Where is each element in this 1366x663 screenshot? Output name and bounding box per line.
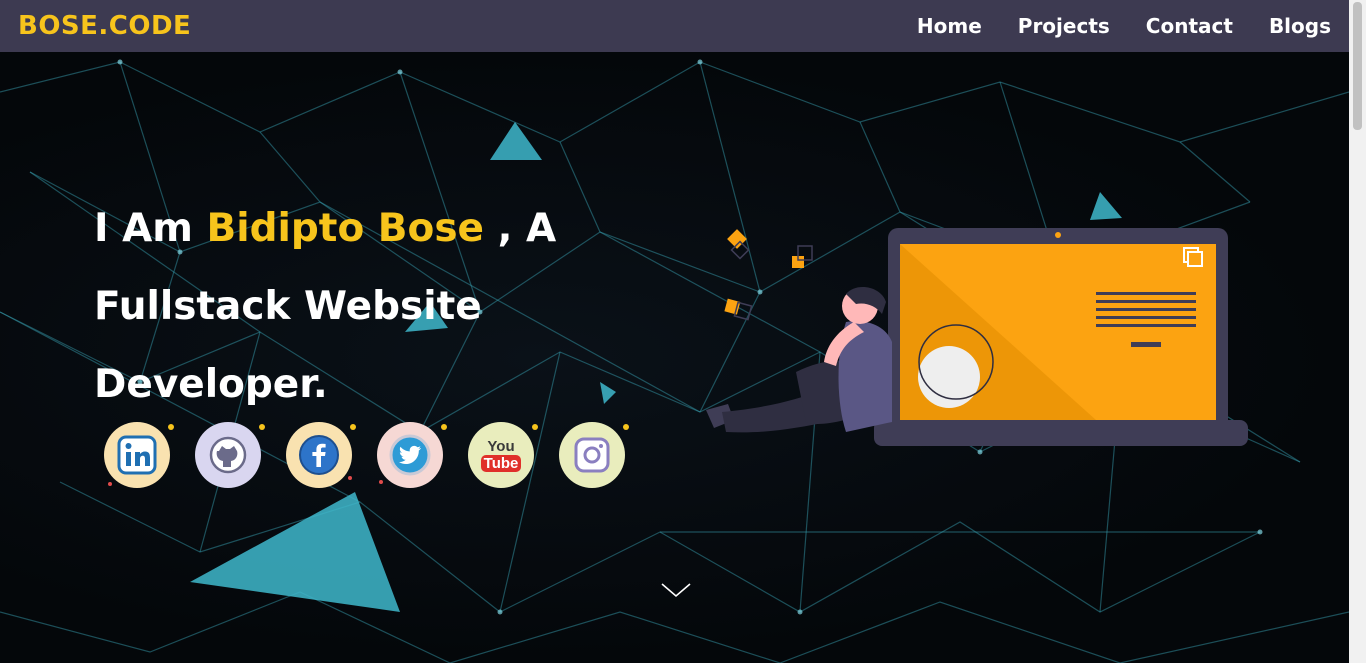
- linkedin-icon: [117, 435, 157, 475]
- hero-headline: I Am Bidipto Bose , A Fullstack Website …: [94, 190, 654, 424]
- page-scrollbar[interactable]: [1349, 0, 1366, 663]
- scrollbar-thumb[interactable]: [1353, 2, 1362, 130]
- nav-projects-link[interactable]: Projects: [1018, 14, 1110, 38]
- social-links: You Tube: [104, 422, 629, 488]
- navbar: BOSE.CODE Home Projects Contact Blogs: [0, 0, 1349, 52]
- nav-links: Home Projects Contact Blogs: [917, 14, 1331, 38]
- site-logo[interactable]: BOSE.CODE: [18, 11, 191, 41]
- floating-blocks: [724, 229, 813, 321]
- instagram-link[interactable]: [559, 422, 629, 488]
- github-icon: [209, 436, 247, 474]
- headline-line-3: Developer.: [94, 362, 328, 407]
- headline-line-1: I Am Bidipto Bose , A: [94, 190, 654, 268]
- youtube-icon: You Tube: [480, 437, 522, 472]
- nav-contact-link[interactable]: Contact: [1146, 14, 1233, 38]
- nav-blogs-link[interactable]: Blogs: [1269, 14, 1331, 38]
- facebook-icon: [299, 435, 339, 475]
- github-link[interactable]: [195, 422, 265, 488]
- headline-prefix: I Am: [94, 206, 207, 251]
- developer-laptop-illustration: [706, 228, 1248, 446]
- hero-section: I Am Bidipto Bose , A Fullstack Website …: [0, 52, 1349, 663]
- twitter-icon: [389, 434, 431, 476]
- nav-home-link[interactable]: Home: [917, 14, 982, 38]
- youtube-label-bottom: Tube: [480, 454, 522, 472]
- youtube-link[interactable]: You Tube: [468, 422, 538, 488]
- linkedin-link[interactable]: [104, 422, 174, 488]
- headline-suffix: , A: [484, 206, 557, 251]
- headline-name: Bidipto Bose: [206, 206, 485, 251]
- laptop: [874, 228, 1248, 446]
- headline-line-2: Fullstack Website: [94, 284, 482, 329]
- facebook-link[interactable]: [286, 422, 356, 488]
- instagram-icon: [574, 437, 610, 473]
- youtube-label-top: You: [487, 437, 515, 455]
- twitter-link[interactable]: [377, 422, 447, 488]
- chevron-down-icon[interactable]: [660, 580, 692, 600]
